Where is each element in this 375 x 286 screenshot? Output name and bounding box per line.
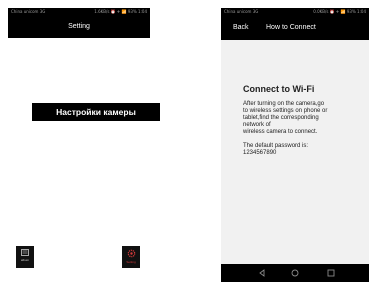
page-title: How to Connect	[266, 24, 316, 31]
album-label: album	[20, 258, 30, 262]
nav-recent-icon[interactable]	[326, 268, 336, 278]
password-value: 1234567890	[243, 150, 277, 156]
instructions: Connect to Wi-Fi After turning on the ca…	[243, 84, 365, 157]
album-icon	[21, 249, 29, 256]
status-info: 1.6KB/s ⏰ ✈ 📶 93% 1:04	[94, 9, 147, 14]
instruction-line: to wireless settings on phone or	[243, 108, 328, 114]
back-button[interactable]: Back	[233, 16, 249, 40]
status-bar: China unicom 3G 1.6KB/s ⏰ ✈ 📶 93% 1:04	[8, 8, 150, 16]
instruction-line: network of	[243, 122, 271, 128]
header-bar: Back How to Connect	[221, 16, 369, 40]
nav-home-icon[interactable]	[290, 268, 300, 278]
connect-heading: Connect to Wi-Fi	[243, 84, 315, 94]
navigation-bar	[221, 264, 369, 282]
password-label: The default password is:	[243, 143, 309, 149]
instruction-line: After turning on the camera,go	[243, 101, 325, 107]
how-to-connect-screen: China unicom 3G 0.0KB/s ⏰ ✈ 📶 93% 1:04 B…	[221, 8, 369, 282]
status-info: 0.0KB/s ⏰ ✈ 📶 93% 1:04	[313, 9, 366, 14]
carrier-text: China unicom 3G	[224, 9, 259, 14]
camera-settings-banner: Настройки камеры	[32, 103, 160, 121]
carrier-text: China unicom 3G	[11, 9, 46, 14]
gear-icon	[127, 249, 135, 258]
instruction-line: wireless camera to connect.	[243, 129, 318, 135]
page-title: Setting	[8, 16, 150, 38]
setting-label: Setting	[126, 260, 136, 264]
setting-screen: China unicom 3G 1.6KB/s ⏰ ✈ 📶 93% 1:04 S…	[8, 8, 160, 278]
nav-back-icon[interactable]	[257, 268, 267, 278]
status-bar: China unicom 3G 0.0KB/s ⏰ ✈ 📶 93% 1:04	[221, 8, 369, 16]
album-button[interactable]: album	[16, 246, 34, 268]
instruction-line: tablet,find the corresponding	[243, 115, 319, 121]
setting-button[interactable]: Setting	[122, 246, 140, 268]
